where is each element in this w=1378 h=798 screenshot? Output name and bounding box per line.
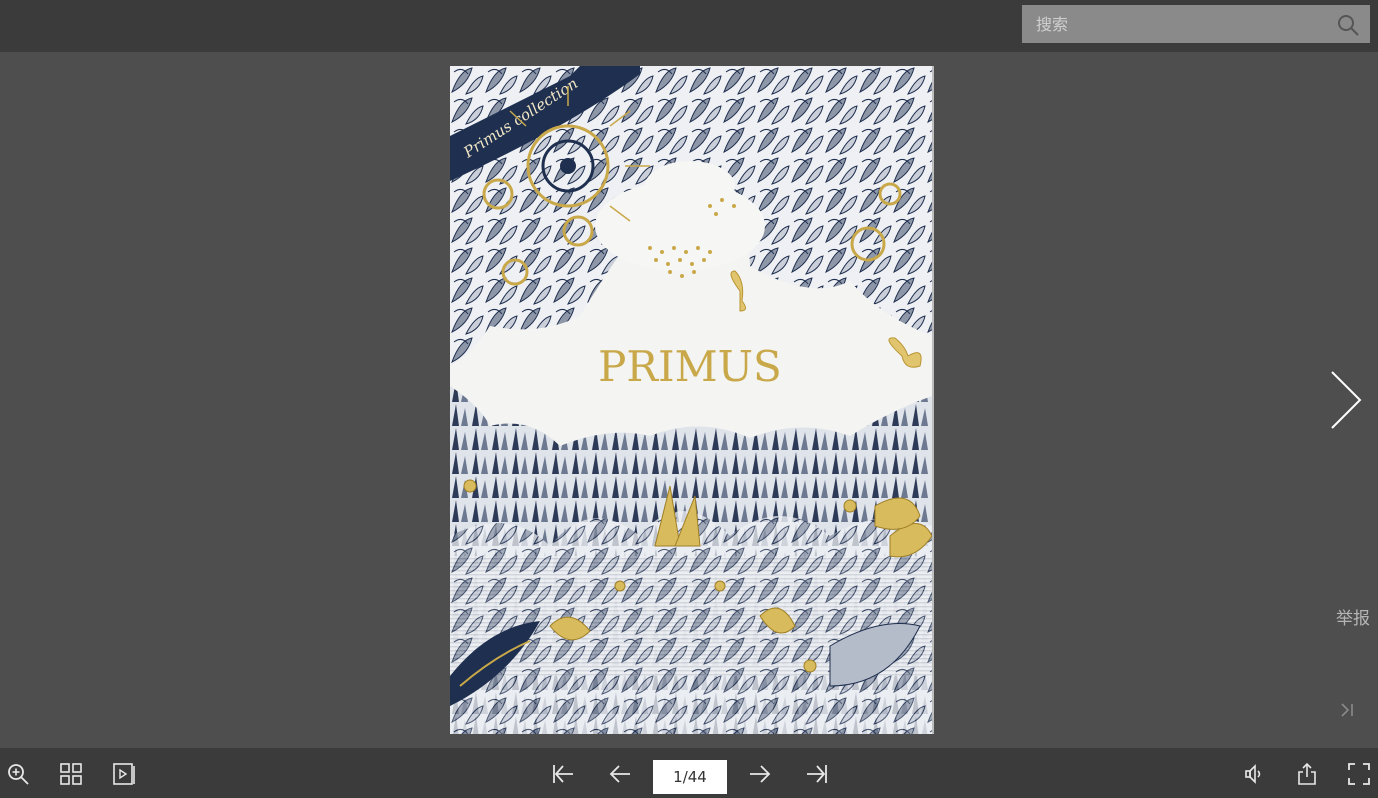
arrow-left-icon[interactable] bbox=[608, 762, 632, 786]
fullscreen-icon[interactable] bbox=[1347, 762, 1371, 786]
top-toolbar bbox=[0, 0, 1378, 52]
grid-icon[interactable] bbox=[59, 762, 83, 786]
next-page-arrow[interactable] bbox=[1326, 370, 1366, 430]
zoom-in-icon[interactable] bbox=[6, 762, 30, 786]
page-number-display[interactable]: 1/44 bbox=[653, 760, 727, 794]
search-icon[interactable] bbox=[1336, 13, 1360, 37]
report-link[interactable]: 举报 bbox=[1336, 604, 1370, 629]
play-icon[interactable] bbox=[112, 762, 136, 786]
first-page-icon[interactable] bbox=[551, 762, 575, 786]
book-page-cover[interactable]: Primus collection PRIMUS bbox=[450, 66, 932, 734]
arrow-right-icon[interactable] bbox=[748, 762, 772, 786]
last-page-icon[interactable] bbox=[805, 762, 829, 786]
last-page-side-icon[interactable] bbox=[1338, 700, 1358, 720]
cover-title: PRIMUS bbox=[598, 342, 782, 391]
sound-icon[interactable] bbox=[1242, 762, 1266, 786]
share-icon[interactable] bbox=[1295, 762, 1319, 786]
search-box[interactable] bbox=[1022, 5, 1370, 43]
bottom-toolbar: 1/44 bbox=[0, 748, 1378, 798]
search-input[interactable] bbox=[1022, 5, 1322, 43]
